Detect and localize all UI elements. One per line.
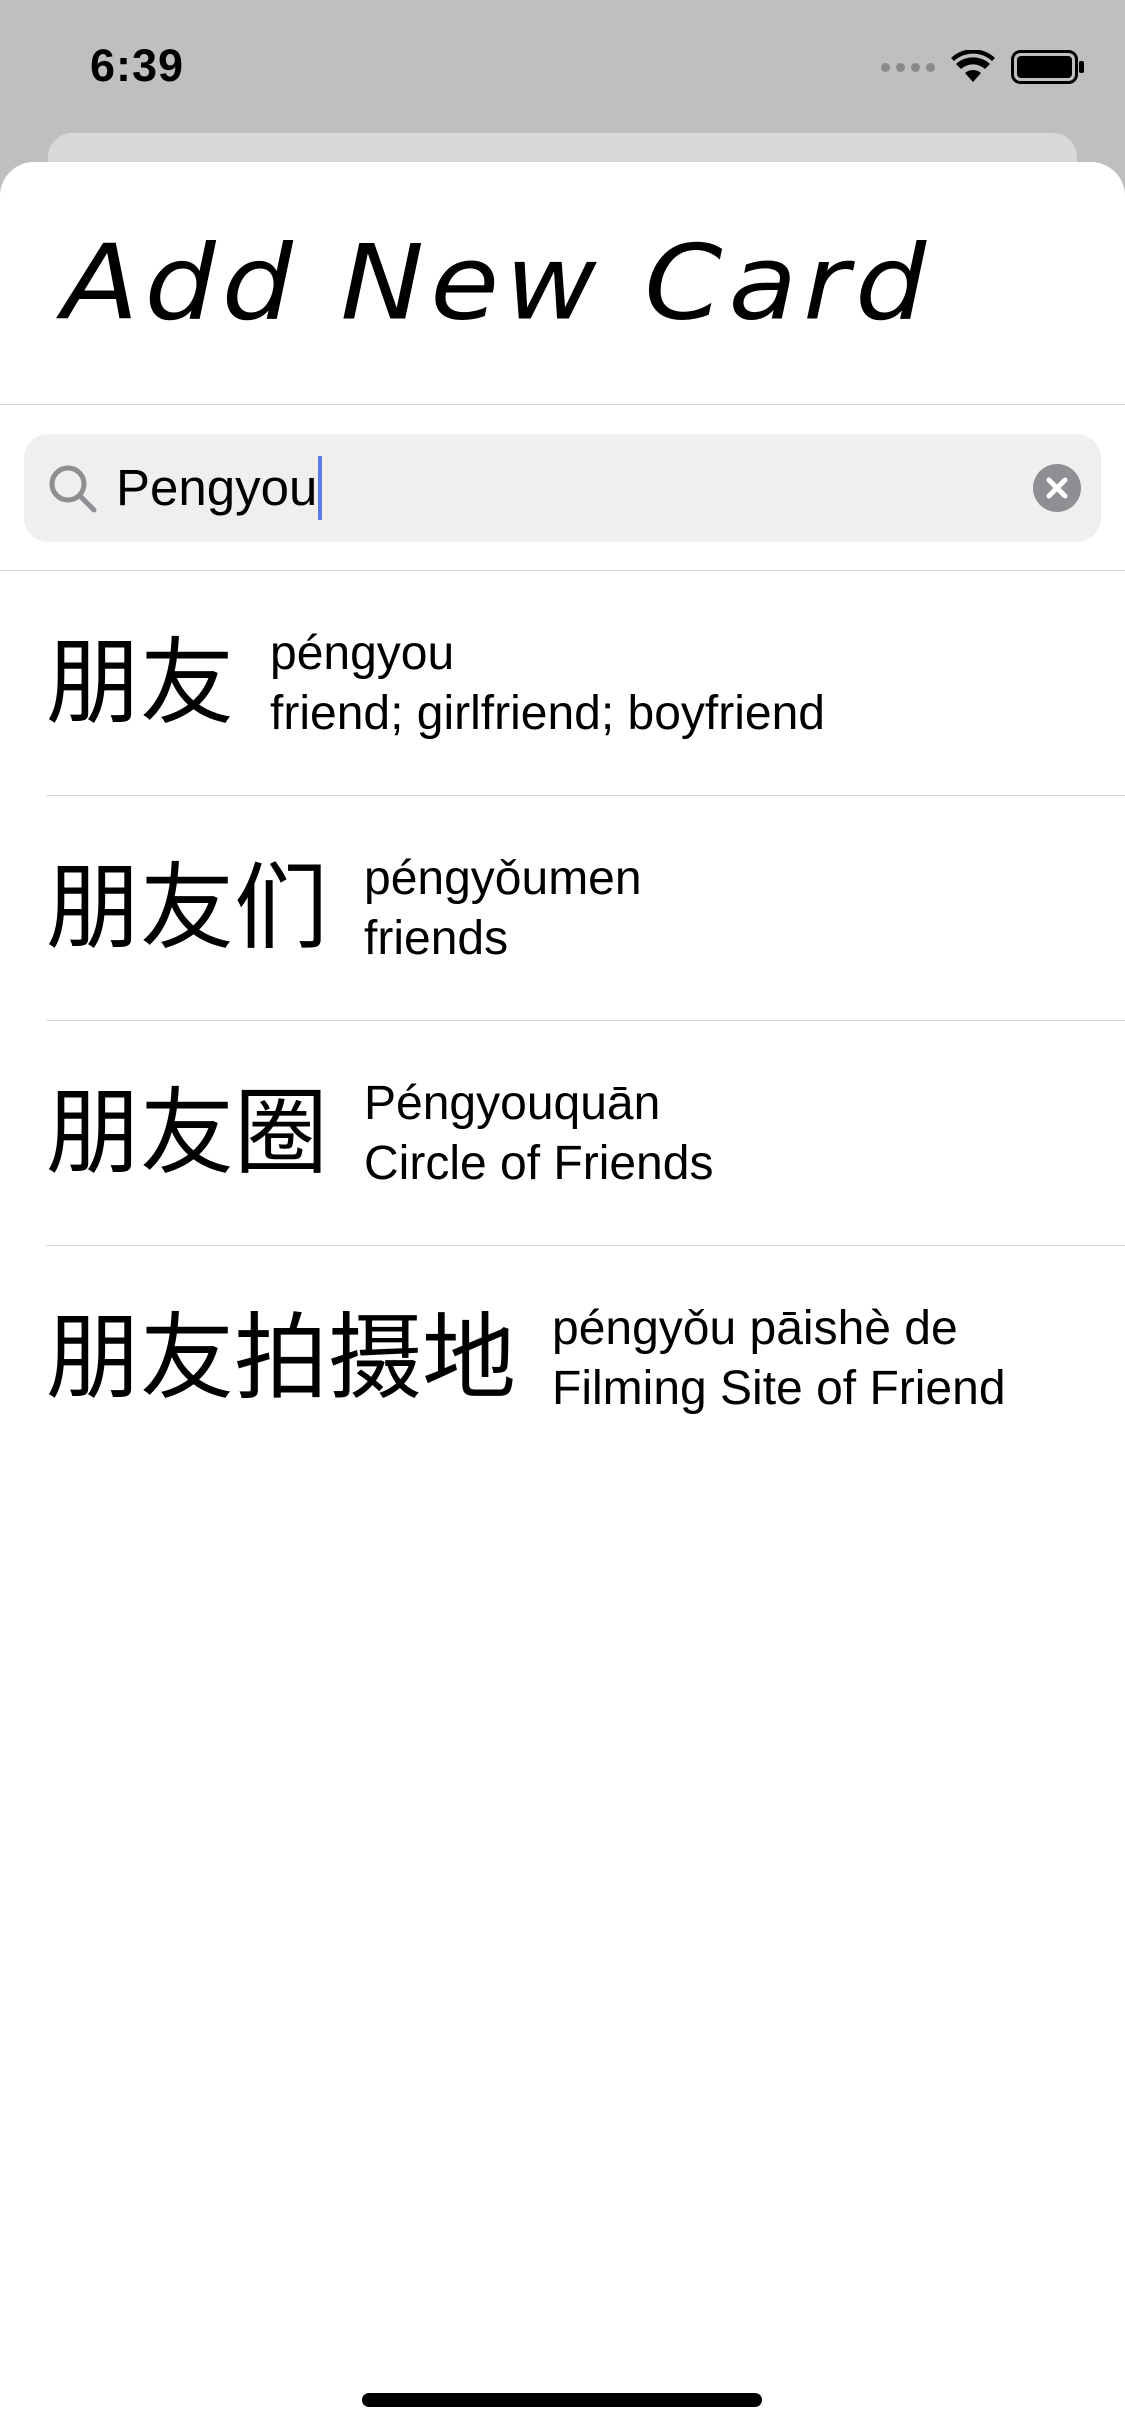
result-meaning: Circle of Friends	[364, 1136, 714, 1190]
divider	[0, 404, 1125, 405]
status-icons	[881, 50, 1085, 84]
result-pinyin: Péngyouquān	[364, 1076, 661, 1130]
result-details: Péngyouquān Circle of Friends	[364, 1074, 713, 1194]
result-pinyin: péngyǒu pāishè de	[552, 1301, 958, 1355]
cellular-signal-icon	[881, 62, 935, 72]
result-hanzi: 朋友圈	[46, 1078, 329, 1188]
wifi-icon	[951, 50, 995, 82]
result-meaning: friends	[364, 911, 509, 965]
result-hanzi: 朋友拍摄地	[46, 1303, 517, 1413]
status-time: 6:39	[90, 40, 185, 91]
search-input-text: Pengyou	[116, 459, 318, 516]
search-input[interactable]: Pengyou	[116, 434, 323, 542]
result-hanzi: 朋友们	[46, 853, 329, 963]
results-list: 朋友 péngyou friend; girlfriend; boyfriend…	[0, 571, 1125, 1471]
result-details: péngyǒu pāishè de Filming Site of Friend	[552, 1299, 1006, 1419]
result-meaning: friend; girlfriend; boyfriend	[270, 686, 825, 740]
result-details: péngyǒumen friends	[364, 849, 642, 969]
battery-icon	[1011, 50, 1084, 84]
home-indicator[interactable]	[362, 2393, 762, 2407]
text-caret	[318, 456, 323, 520]
result-pinyin: péngyou	[270, 626, 455, 680]
clear-icon	[1046, 477, 1068, 499]
result-pinyin: péngyǒumen	[364, 851, 642, 905]
result-meaning: Filming Site of Friend	[552, 1361, 1006, 1415]
result-item[interactable]: 朋友 péngyou friend; girlfriend; boyfriend	[0, 571, 1125, 796]
search-bar[interactable]: Pengyou	[24, 434, 1101, 542]
status-bar: 6:39	[0, 0, 1125, 135]
result-hanzi: 朋友	[46, 628, 235, 738]
result-item[interactable]: 朋友拍摄地 péngyǒu pāishè de Filming Site of …	[0, 1246, 1125, 1471]
result-details: péngyou friend; girlfriend; boyfriend	[270, 624, 825, 744]
clear-search-button[interactable]	[1033, 464, 1081, 512]
search-icon	[49, 465, 97, 513]
result-item[interactable]: 朋友们 péngyǒumen friends	[0, 796, 1125, 1021]
page-title: Add New Card	[62, 223, 933, 344]
result-item[interactable]: 朋友圈 Péngyouquān Circle of Friends	[0, 1021, 1125, 1246]
